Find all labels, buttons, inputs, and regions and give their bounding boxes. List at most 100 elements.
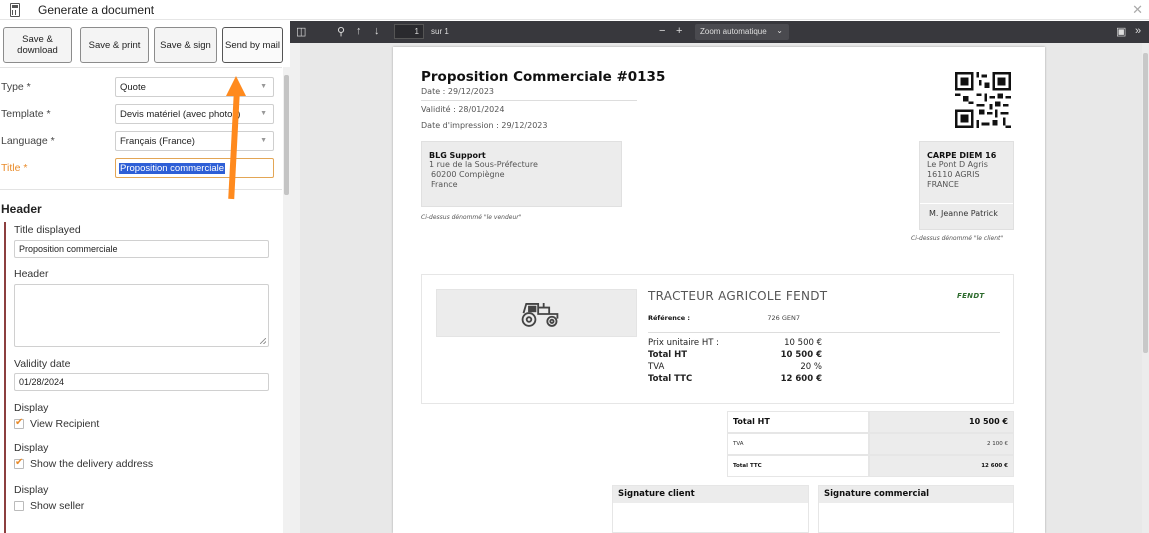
- template-row: Template * Devis matériel (avec photos) ▼: [0, 104, 282, 124]
- show-seller-checkbox[interactable]: Show seller: [14, 500, 84, 512]
- total-ht-row: Total HT 10 500 €: [648, 350, 822, 360]
- title-input[interactable]: Proposition commerciale: [115, 158, 274, 178]
- totals-label: Total TTC: [727, 455, 869, 477]
- total-ttc-row: Total TTC 12 600 €: [648, 374, 822, 384]
- chevron-down-icon: ▼: [260, 83, 267, 90]
- divider: [0, 189, 282, 190]
- viewer-left-gutter: [290, 43, 300, 533]
- send-mail-button[interactable]: Send by mail: [222, 27, 283, 63]
- tools-menu-icon[interactable]: »: [1135, 25, 1141, 37]
- show-delivery-checkbox[interactable]: Show the delivery address: [14, 457, 154, 470]
- show-delivery-label: Show the delivery address: [30, 458, 154, 470]
- chevron-down-icon: ▼: [260, 137, 267, 144]
- reference-value: 726 GEN7: [767, 314, 800, 322]
- calculator-icon: [10, 3, 20, 17]
- section-bar: [4, 222, 6, 533]
- search-icon[interactable]: ⚲: [337, 25, 345, 38]
- product-image: [436, 289, 637, 337]
- validity-date-label: Validity date: [14, 358, 71, 370]
- zoom-out-icon[interactable]: −: [659, 25, 665, 37]
- language-value: Français (France): [120, 136, 195, 147]
- language-row: Language * Français (France) ▼: [0, 131, 282, 151]
- display-label: Display: [14, 442, 49, 454]
- validity-date-input[interactable]: 01/28/2024: [14, 373, 269, 391]
- total-ht-value: 10 500 €: [780, 350, 822, 360]
- table-row: Total HT 10 500 €: [727, 411, 1014, 433]
- pdf-viewer: ◫ ⚲ ↑ ↓ 1 sur 1 − + Zoom automatique ⌄ ▣ …: [290, 21, 1149, 533]
- zoom-select[interactable]: Zoom automatique ⌄: [695, 24, 789, 40]
- total-ht-label: Total HT: [648, 350, 688, 360]
- signature-client-box: Signature client: [612, 485, 809, 533]
- chevron-down-icon: ⌄: [776, 26, 783, 35]
- viewer-scrollbar[interactable]: [1142, 43, 1149, 533]
- page-number-input[interactable]: 1: [394, 24, 424, 39]
- view-recipient-checkbox[interactable]: View Recipient: [14, 417, 100, 430]
- resize-handle-icon[interactable]: [260, 338, 266, 344]
- checkbox-unchecked-icon[interactable]: [14, 501, 24, 511]
- pdf-page: Proposition Commerciale #0135 Date : 29/…: [393, 47, 1045, 533]
- client-address-line: FRANCE: [927, 180, 959, 189]
- arrow-up-icon[interactable]: ↑: [356, 25, 362, 37]
- title-selected-text: Proposition commerciale: [119, 163, 226, 174]
- sidebar-toggle-icon[interactable]: ◫: [296, 25, 306, 38]
- arrow-down-icon[interactable]: ↓: [374, 25, 380, 37]
- reference-row: Référence : 726 GEN7: [648, 314, 800, 322]
- reference-label: Référence :: [648, 314, 691, 322]
- totals-value: 10 500 €: [869, 411, 1014, 433]
- table-row: Total TTC 12 600 €: [727, 455, 1014, 477]
- unit-price-value: 10 500 €: [784, 338, 822, 348]
- client-address-line: 16110 AGRIS: [927, 170, 980, 179]
- document-print-date: Date d'impression : 29/12/2023: [421, 121, 548, 130]
- totals-label: Total HT: [727, 411, 869, 433]
- totals-label: TVA: [727, 433, 869, 455]
- checkbox-checked-icon[interactable]: [14, 417, 24, 429]
- client-address-line: Le Pont D Agris: [927, 160, 988, 169]
- close-icon[interactable]: ✕: [1132, 2, 1143, 18]
- unit-price-row: Prix unitaire HT : 10 500 €: [648, 338, 822, 348]
- seller-address-line: 60200 Compiègne: [431, 170, 505, 179]
- header-textarea[interactable]: [14, 284, 269, 347]
- qr-code: [955, 72, 1011, 128]
- language-select[interactable]: Français (France) ▼: [115, 131, 274, 151]
- form-panel: Save & download Save & print Save & sign…: [0, 21, 290, 533]
- signature-commercial-box: Signature commercial: [818, 485, 1014, 533]
- save-download-button[interactable]: Save & download: [3, 27, 72, 63]
- language-label: Language *: [1, 135, 55, 147]
- tva-row: TVA 20 %: [648, 362, 822, 372]
- title-row: Title * Proposition commerciale: [0, 158, 282, 178]
- title-label: Title *: [1, 162, 28, 174]
- client-contact: M. Jeanne Patrick: [929, 209, 998, 218]
- title-displayed-input[interactable]: Proposition commerciale: [14, 240, 269, 258]
- type-label: Type *: [1, 81, 31, 93]
- save-print-button[interactable]: Save & print: [80, 27, 149, 63]
- show-seller-label: Show seller: [30, 500, 85, 512]
- signature-commercial-label: Signature commercial: [819, 486, 1013, 503]
- tva-label: TVA: [648, 362, 665, 372]
- divider: [421, 100, 637, 101]
- window-title: Generate a document: [38, 3, 155, 17]
- zoom-in-icon[interactable]: +: [676, 25, 682, 37]
- template-label: Template *: [1, 108, 51, 120]
- template-value: Devis matériel (avec photos): [120, 109, 241, 120]
- viewer-scrollbar-thumb[interactable]: [1143, 53, 1148, 353]
- template-select[interactable]: Devis matériel (avec photos) ▼: [115, 104, 274, 124]
- form-scrollbar-thumb[interactable]: [284, 75, 289, 195]
- view-recipient-label: View Recipient: [30, 418, 100, 430]
- product-card: TRACTEUR AGRICOLE FENDT FENDT Référence …: [421, 274, 1014, 404]
- type-select[interactable]: Quote ▼: [115, 77, 274, 97]
- presentation-icon[interactable]: ▣: [1116, 25, 1126, 38]
- tva-value: 20 %: [800, 362, 822, 372]
- page-total: sur 1: [431, 27, 449, 36]
- display-label: Display: [14, 402, 49, 414]
- tractor-icon: [521, 303, 559, 327]
- viewer-toolbar: ◫ ⚲ ↑ ↓ 1 sur 1 − + Zoom automatique ⌄ ▣ …: [290, 21, 1149, 43]
- divider: [648, 332, 1000, 333]
- checkbox-checked-icon[interactable]: [14, 457, 24, 469]
- type-value: Quote: [120, 82, 146, 93]
- client-name: CARPE DIEM 16: [927, 151, 997, 160]
- save-sign-button[interactable]: Save & sign: [154, 27, 217, 63]
- total-ttc-label: Total TTC: [648, 374, 693, 384]
- header-label: Header: [14, 268, 49, 280]
- signature-client-label: Signature client: [613, 486, 808, 503]
- totals-table: Total HT 10 500 € TVA 2 100 € Total TTC …: [727, 411, 1014, 477]
